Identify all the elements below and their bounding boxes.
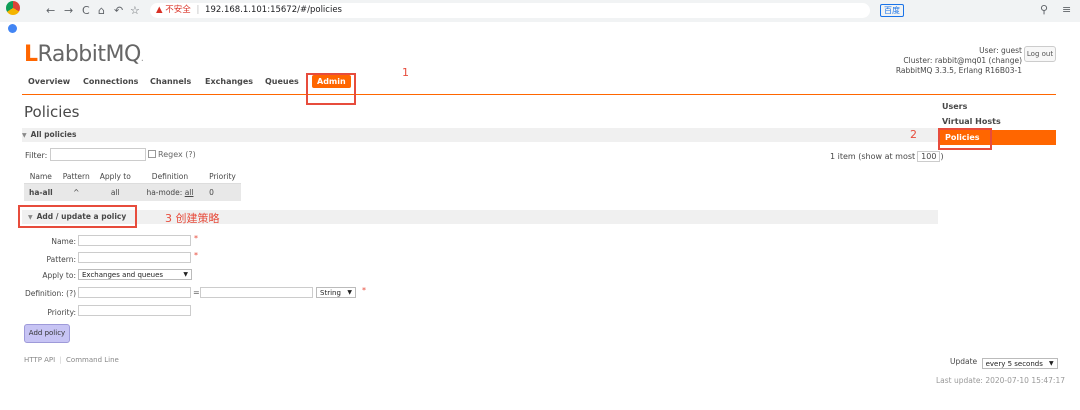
col-pattern: Pattern [57, 170, 95, 184]
annotation-box-admin [306, 73, 356, 105]
col-apply-to: Apply to [94, 170, 136, 184]
policies-table: Name Pattern Apply to Definition Priorit… [24, 170, 241, 201]
regex-checkbox[interactable]: Regex (?) [148, 150, 196, 159]
policy-apply-to: all [94, 183, 136, 201]
cluster-info[interactable]: Cluster: rabbit@mq01 (change) [896, 56, 1022, 66]
add-policy-button[interactable]: Add policy [24, 324, 70, 343]
tab-underline [22, 94, 1056, 95]
undo-icon[interactable]: ↶ [114, 4, 123, 17]
http-api-link[interactable]: HTTP API [24, 356, 55, 364]
collapse-icon: ▼ [22, 132, 27, 139]
search-engine[interactable]: 百度 [880, 4, 904, 17]
dropdown-arrow-icon: ▼ [1048, 360, 1054, 367]
annotation-box-policies [938, 128, 992, 150]
col-priority: Priority [204, 170, 241, 184]
dropdown-arrow-icon: ▼ [183, 271, 188, 278]
user-info: User: guest Cluster: rabbit@mq01 (change… [896, 46, 1022, 76]
annotation-number-3: 3 创建策略 [165, 212, 220, 225]
sidebar-item-users[interactable]: Users [942, 102, 967, 111]
last-update: Last update: 2020-07-10 15:47:17 [936, 376, 1065, 385]
tab-channels[interactable]: Channels [150, 77, 191, 86]
rabbitmq-logo: LRabbitMQ. [24, 42, 144, 67]
name-label: Name: [51, 237, 76, 246]
bookmark-icon[interactable] [8, 24, 17, 33]
table-row[interactable]: ha-all ^ all ha-mode: all 0 [24, 183, 241, 201]
tab-overview[interactable]: Overview [28, 77, 70, 86]
required-mark: * [194, 251, 198, 260]
home-icon[interactable]: ⌂ [98, 4, 105, 17]
tab-connections[interactable]: Connections [83, 77, 138, 86]
add-policy-header[interactable]: ▼ Add / update a policy [22, 210, 938, 224]
apply-to-label: Apply to: [42, 271, 76, 280]
name-input[interactable] [78, 235, 191, 246]
col-name: Name [24, 170, 58, 184]
filter-label: Filter: [25, 151, 48, 160]
browser-toolbar: ← → C ⌂ ↶ ☆ ▲ 不安全 | 192.168.1.101:15672/… [0, 0, 1080, 23]
update-control: Update every 5 seconds ▼ [950, 356, 1058, 369]
pattern-input[interactable] [78, 252, 191, 263]
search-icon[interactable]: ⚲ [1040, 3, 1048, 16]
annotation-number-1: 1 [402, 66, 409, 79]
apply-to-select[interactable]: Exchanges and queues ▼ [78, 269, 192, 280]
insecure-warning: ▲ 不安全 [156, 5, 191, 15]
filter-input[interactable] [50, 148, 146, 161]
version-info: RabbitMQ 3.3.5, Erlang R16B03-1 [895, 66, 1022, 75]
max-items-input[interactable]: 100 [917, 151, 941, 162]
equals-sign: = [193, 288, 200, 297]
footer-links: HTTP API | Command Line [24, 356, 119, 364]
policy-definition: ha-mode: all [135, 183, 205, 201]
chrome-logo-icon [6, 1, 20, 15]
reload-icon[interactable]: C [82, 4, 90, 17]
policy-name[interactable]: ha-all [24, 183, 58, 201]
definition-label: Definition: (?) [24, 289, 76, 298]
bookmark-bar [0, 22, 1080, 36]
required-mark: * [194, 234, 198, 243]
url-text: 192.168.1.101:15672/#/policies [205, 5, 342, 15]
annotation-box-add-policy [18, 205, 137, 228]
definition-value-input[interactable] [200, 287, 313, 298]
priority-input[interactable] [78, 305, 191, 316]
checkbox-icon[interactable] [148, 150, 156, 158]
user-name: User: guest [979, 46, 1022, 55]
required-mark: * [362, 286, 366, 295]
address-bar[interactable]: ▲ 不安全 | 192.168.1.101:15672/#/policies [150, 3, 870, 18]
items-count: 1 item (show at most 100) [830, 151, 944, 162]
back-icon[interactable]: ← [46, 4, 55, 17]
command-line-link[interactable]: Command Line [66, 356, 119, 364]
update-label: Update [950, 357, 978, 366]
forward-icon[interactable]: → [64, 4, 73, 17]
tab-queues[interactable]: Queues [265, 77, 299, 86]
menu-icon[interactable]: ≡ [1062, 3, 1071, 16]
col-definition: Definition [135, 170, 205, 184]
table-header: Name Pattern Apply to Definition Priorit… [24, 170, 241, 184]
annotation-number-2: 2 [910, 128, 917, 141]
policy-priority: 0 [204, 183, 241, 201]
tab-exchanges[interactable]: Exchanges [205, 77, 253, 86]
priority-label: Priority: [47, 308, 76, 317]
dropdown-arrow-icon: ▼ [347, 289, 352, 296]
pattern-label: Pattern: [46, 255, 76, 264]
sidebar-item-virtual-hosts[interactable]: Virtual Hosts [942, 117, 1001, 126]
star-icon[interactable]: ☆ [130, 4, 140, 17]
update-interval-select[interactable]: every 5 seconds ▼ [981, 358, 1058, 369]
definition-type-select[interactable]: String ▼ [316, 287, 356, 298]
policy-pattern: ^ [57, 183, 95, 201]
logout-button[interactable]: Log out [1024, 46, 1056, 62]
page-title: Policies [24, 103, 80, 121]
definition-key-input[interactable] [78, 287, 191, 298]
all-policies-header[interactable]: ▼ All policies [22, 128, 938, 142]
